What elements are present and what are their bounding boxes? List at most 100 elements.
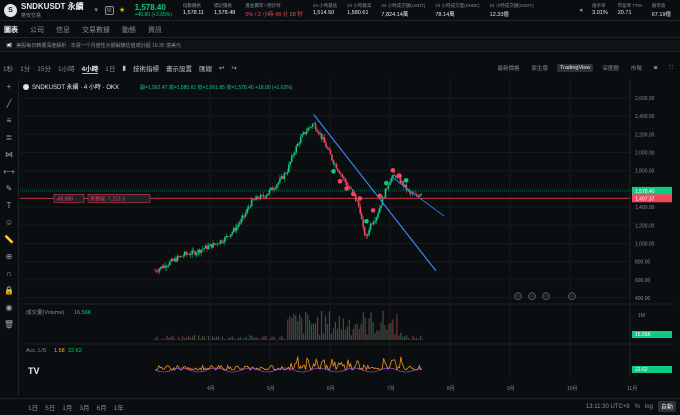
notice-bar[interactable]: 📢 美股每日精選深度解析 · 本週一个月度性大額解鎖估值總計超 16.35 億美… (0, 40, 680, 52)
acc-tag: 22.62 (635, 367, 648, 373)
horizontal-lines-icon[interactable]: ≡ (7, 116, 12, 125)
candle-body (179, 255, 182, 258)
toolbar-tool[interactable]: 技術指標 (133, 63, 159, 73)
interval-button[interactable]: 4小時 (81, 63, 99, 74)
range-button[interactable]: 1年 (114, 402, 124, 412)
undo-icon[interactable]: ↩ (219, 64, 224, 72)
volume-bar (203, 336, 206, 340)
tab-item[interactable]: 交易數據 (82, 25, 110, 35)
trash-icon[interactable]: 🗑 (4, 320, 14, 329)
measure-icon[interactable]: ⟷ (3, 167, 14, 176)
volume-bar (243, 338, 245, 340)
emoji-icon[interactable]: ☺ (5, 218, 13, 227)
megaphone-icon: 📢 (6, 42, 13, 49)
scale-button[interactable]: 自動 (657, 401, 676, 412)
ruler-icon[interactable]: 📏 (4, 235, 14, 244)
interval-button[interactable]: 15分 (37, 63, 51, 73)
toolbar-tool[interactable]: 匯總 (199, 63, 212, 73)
candle-body (409, 192, 412, 194)
brush-icon[interactable]: ✎ (6, 184, 13, 193)
volume-bar (170, 336, 172, 340)
fullscreen-icon[interactable]: ⛶ (666, 64, 676, 73)
y-tick-label: 2,000.00 (635, 151, 655, 157)
range-button[interactable]: 1日 (28, 402, 38, 412)
candle-body (246, 208, 248, 213)
interval-button[interactable]: 1秒 (3, 63, 13, 73)
x-tick-label: 10月 (567, 386, 578, 392)
star-icon[interactable]: ★ (118, 6, 127, 15)
chevron-down-icon[interactable]: ▾ (92, 6, 101, 15)
view-tab[interactable]: 市場 (628, 63, 645, 73)
candle-type-icon[interactable]: ▮ (122, 64, 126, 72)
candle-body (154, 270, 156, 272)
event-icon[interactable] (514, 292, 522, 300)
candle-body (201, 249, 204, 250)
tab-item[interactable]: 圖表 (4, 25, 18, 35)
camera-icon[interactable]: ◙ (651, 64, 660, 72)
volume-bar (213, 337, 216, 340)
candle-body (270, 187, 272, 190)
volume-bar (217, 336, 220, 340)
scale-button[interactable]: % (635, 404, 640, 410)
range-button[interactable]: 3月 (79, 402, 89, 412)
stat-value: 1,514.50 (312, 9, 335, 16)
volume-bar (330, 333, 333, 340)
price-chart[interactable]: 2,600.00 2,400.00 2,200.00 2,000.00 1,800.00… (20, 78, 676, 396)
stat-value: 7,824.14萬 (381, 11, 409, 18)
price-type-select[interactable]: 最新價格 (494, 63, 522, 73)
crosshair-icon[interactable]: + (7, 82, 12, 91)
sound-icon[interactable]: ◂ (576, 6, 585, 15)
tab-item[interactable]: 動態 (122, 25, 136, 35)
lock-icon[interactable]: 🔒 (4, 286, 14, 295)
candle-body (326, 147, 329, 149)
candle-body (206, 245, 208, 249)
candle-body (238, 222, 241, 225)
candle-body (346, 182, 348, 186)
symbol-block[interactable]: SNDKUSDT 永續 幣安交易 (21, 1, 84, 19)
redo-icon[interactable]: ↪ (231, 64, 236, 72)
interval-button[interactable]: 1日 (105, 63, 115, 73)
range-button[interactable]: 6月 (97, 402, 107, 412)
view-tab[interactable]: TradingView (557, 64, 594, 72)
trendline-icon[interactable]: ╱ (7, 99, 12, 108)
text-icon[interactable]: T (7, 201, 12, 210)
candle-body (262, 194, 265, 197)
volume-bar (227, 337, 229, 340)
event-icon[interactable] (542, 292, 550, 300)
event-icon[interactable] (568, 292, 576, 300)
right-stat-item: 市盈率 TTM 20.71 (618, 3, 642, 18)
fib-icon[interactable]: ≣ (6, 133, 13, 142)
volume-bar (154, 338, 156, 340)
view-tab[interactable]: 原生版 (528, 63, 551, 73)
interval-button[interactable]: 1分 (20, 63, 30, 73)
eye-icon[interactable]: ◉ (6, 303, 13, 312)
candle-body (366, 234, 369, 236)
candle-body (253, 199, 256, 201)
x-tick-label: 7月 (387, 386, 395, 392)
candle-body (332, 159, 335, 165)
x-tick-label: 4月 (207, 386, 215, 392)
event-icon[interactable] (528, 292, 536, 300)
range-button[interactable]: 1月 (62, 402, 72, 412)
candle-body (340, 173, 342, 175)
candle-body (314, 123, 317, 130)
toolbar-tool[interactable]: 畫示設置 (166, 63, 192, 73)
zoom-icon[interactable]: ⊕ (6, 252, 13, 261)
view-tab[interactable]: 深度圖 (599, 63, 622, 73)
exchange-name: 幣安交易 (21, 13, 42, 19)
candle-body (264, 196, 266, 198)
candle-body (334, 163, 336, 165)
interval-button[interactable]: 1小時 (58, 63, 75, 73)
scale-button[interactable]: log (645, 404, 653, 410)
volume-bar (299, 314, 301, 340)
candle-body (372, 222, 375, 225)
tab-item[interactable]: 公司 (30, 25, 44, 35)
tab-item[interactable]: 信息 (56, 25, 70, 35)
range-button[interactable]: 5日 (45, 402, 55, 412)
volume-bar (346, 326, 348, 340)
tab-item[interactable]: 資訊 (148, 25, 162, 35)
magnet-icon[interactable]: ∩ (6, 269, 12, 278)
candle-body (292, 154, 295, 156)
pattern-icon[interactable]: ⋈ (5, 150, 13, 159)
y-tick-label: 800.00 (635, 260, 651, 266)
